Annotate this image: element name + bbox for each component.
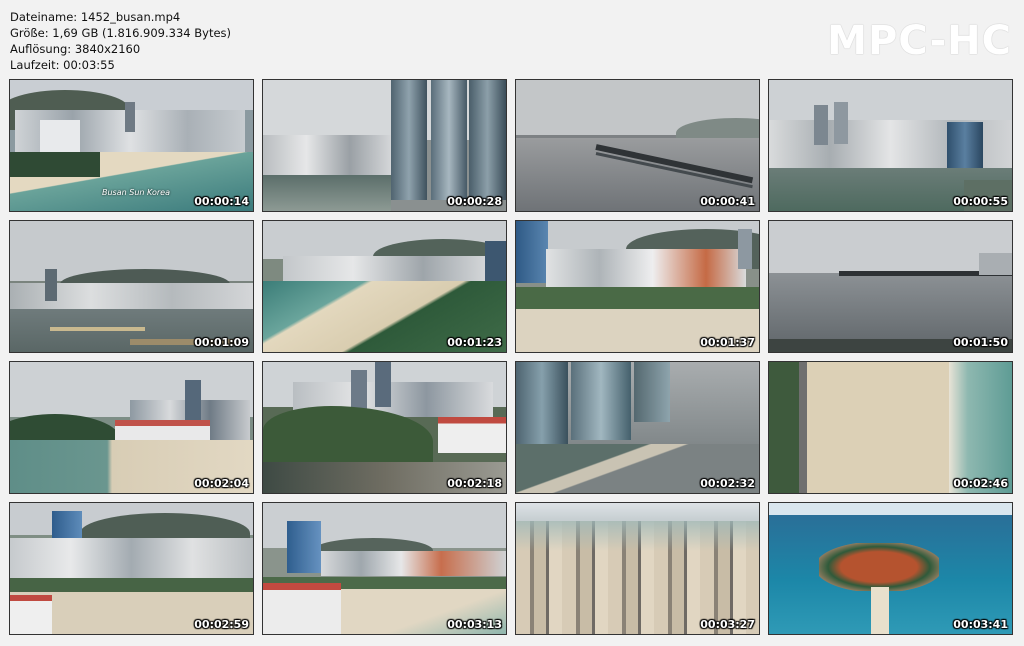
thumbnail-4[interactable]: 00:00:55 bbox=[768, 79, 1013, 212]
timestamp: 00:02:46 bbox=[953, 477, 1008, 490]
thumbnail-1[interactable]: Busan Sun Korea 00:00:14 bbox=[9, 79, 254, 212]
mpc-hc-logo: MPC-HC bbox=[827, 18, 1012, 64]
thumbnail-7[interactable]: 00:01:37 bbox=[515, 220, 760, 353]
thumbnail-10[interactable]: 00:02:18 bbox=[262, 361, 507, 494]
timestamp: 00:02:18 bbox=[447, 477, 502, 490]
timestamp: 00:02:04 bbox=[194, 477, 249, 490]
timestamp: 00:00:14 bbox=[194, 195, 249, 208]
timestamp: 00:01:23 bbox=[447, 336, 502, 349]
resolution-text: Auflösung: 3840x2160 bbox=[10, 42, 141, 56]
timestamp: 00:01:50 bbox=[953, 336, 1008, 349]
timestamp: 00:01:37 bbox=[700, 336, 755, 349]
timestamp: 00:03:41 bbox=[953, 618, 1008, 631]
filesize-text: Größe: 1,69 GB (1.816.909.334 Bytes) bbox=[10, 26, 232, 40]
thumbnail-15[interactable]: 00:03:27 bbox=[515, 502, 760, 635]
timestamp: 00:01:09 bbox=[194, 336, 249, 349]
filename-text: Dateiname: 1452_busan.mp4 bbox=[10, 10, 181, 24]
thumbnail-14[interactable]: 00:03:13 bbox=[262, 502, 507, 635]
thumbnail-16[interactable]: 00:03:41 bbox=[768, 502, 1013, 635]
thumbnail-2[interactable]: 00:00:28 bbox=[262, 79, 507, 212]
thumbnail-caption: Busan Sun Korea bbox=[102, 188, 170, 197]
thumbnail-5[interactable]: 00:01:09 bbox=[9, 220, 254, 353]
file-info: Dateiname: 1452_busan.mp4 Größe: 1,69 GB… bbox=[10, 9, 231, 73]
thumbnail-grid: Busan Sun Korea 00:00:14 00:00:28 00:00:… bbox=[9, 79, 1013, 635]
timestamp: 00:00:28 bbox=[447, 195, 502, 208]
timestamp: 00:02:59 bbox=[194, 618, 249, 631]
thumbnail-8[interactable]: 00:01:50 bbox=[768, 220, 1013, 353]
thumbnail-3[interactable]: 00:00:41 bbox=[515, 79, 760, 212]
timestamp: 00:02:32 bbox=[700, 477, 755, 490]
timestamp: 00:03:13 bbox=[447, 618, 502, 631]
thumbnail-6[interactable]: 00:01:23 bbox=[262, 220, 507, 353]
thumbnail-13[interactable]: 00:02:59 bbox=[9, 502, 254, 635]
timestamp: 00:00:55 bbox=[953, 195, 1008, 208]
timestamp: 00:00:41 bbox=[700, 195, 755, 208]
thumbnail-11[interactable]: 00:02:32 bbox=[515, 361, 760, 494]
duration-text: Laufzeit: 00:03:55 bbox=[10, 58, 115, 72]
timestamp: 00:03:27 bbox=[700, 618, 755, 631]
thumbnail-12[interactable]: 00:02:46 bbox=[768, 361, 1013, 494]
thumbnail-9[interactable]: 00:02:04 bbox=[9, 361, 254, 494]
